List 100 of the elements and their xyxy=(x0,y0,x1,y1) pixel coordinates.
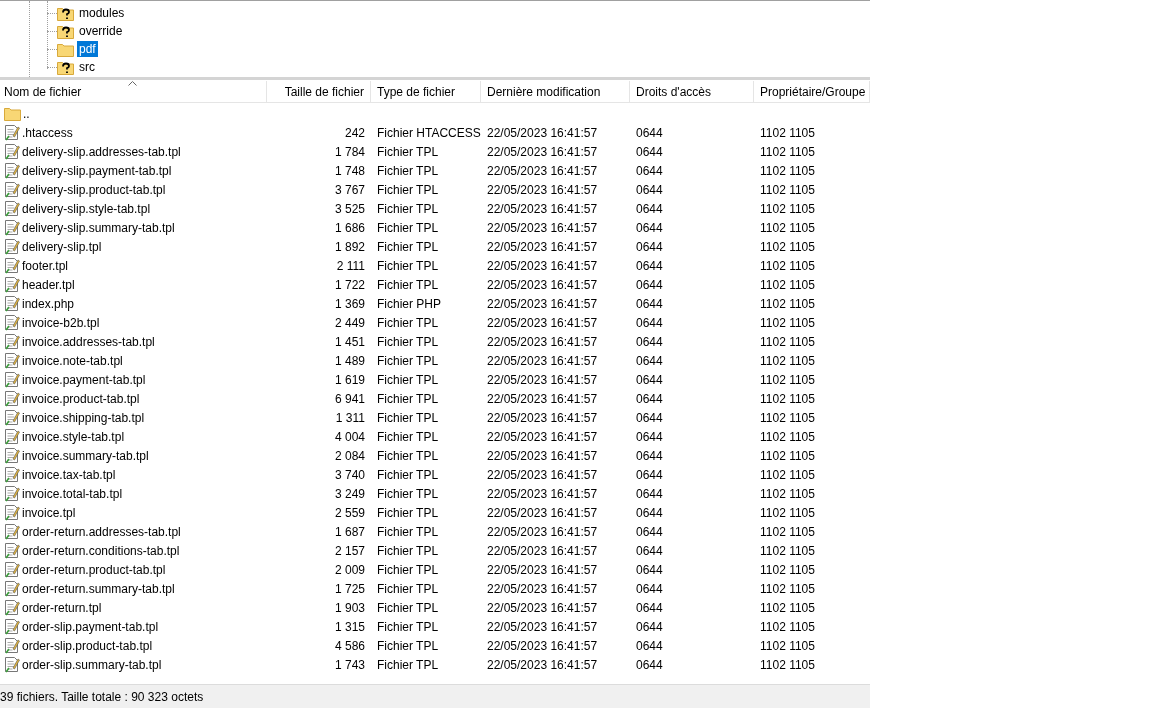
file-name[interactable]: invoice.tax-tab.tpl xyxy=(22,465,116,484)
file-size: 1 743 xyxy=(334,656,365,674)
file-size: 1 748 xyxy=(334,162,365,180)
file-name[interactable]: order-return.summary-tab.tpl xyxy=(22,579,175,598)
file-type: Fichier TPL xyxy=(377,562,439,577)
owner-group: 1102 1105 xyxy=(760,410,815,425)
file-size: 2 449 xyxy=(334,314,365,332)
document-icon xyxy=(4,333,20,350)
file-name[interactable]: order-return.conditions-tab.tpl xyxy=(22,541,180,560)
document-icon xyxy=(4,618,20,635)
permissions: 0644 xyxy=(636,163,663,178)
modified-date: 22/05/2023 16:41:57 xyxy=(487,562,598,577)
file-name[interactable]: invoice.product-tab.tpl xyxy=(22,389,140,408)
modified-date: 22/05/2023 16:41:57 xyxy=(487,448,598,463)
file-size: 3 525 xyxy=(334,200,365,218)
owner-group: 1102 1105 xyxy=(760,220,815,235)
file-name[interactable]: .. xyxy=(23,104,30,123)
permissions: 0644 xyxy=(636,543,663,558)
document-icon xyxy=(4,352,20,369)
permissions: 0644 xyxy=(636,201,663,216)
file-name[interactable]: invoice.tpl xyxy=(22,503,76,522)
file-name[interactable]: order-return.product-tab.tpl xyxy=(22,560,166,579)
folder-icon xyxy=(57,41,74,57)
file-name[interactable]: delivery-slip.summary-tab.tpl xyxy=(22,218,175,237)
file-type: Fichier TPL xyxy=(377,315,439,330)
tree-item[interactable]: override xyxy=(77,23,125,39)
document-icon xyxy=(4,561,20,578)
file-name[interactable]: delivery-slip.payment-tab.tpl xyxy=(22,161,172,180)
file-name[interactable]: .htaccess xyxy=(22,123,73,142)
column-header[interactable]: Propriétaire/Groupe xyxy=(754,81,870,102)
file-name[interactable]: invoice.payment-tab.tpl xyxy=(22,370,146,389)
tree-item[interactable]: src xyxy=(77,59,97,75)
sort-ascending-icon xyxy=(128,81,137,86)
file-type: Fichier TPL xyxy=(377,258,439,273)
column-header[interactable]: Nom de fichier xyxy=(0,81,267,102)
modified-date: 22/05/2023 16:41:57 xyxy=(487,657,598,672)
file-type: Fichier TPL xyxy=(377,239,439,254)
file-name[interactable]: delivery-slip.product-tab.tpl xyxy=(22,180,166,199)
permissions: 0644 xyxy=(636,505,663,520)
file-name[interactable]: delivery-slip.addresses-tab.tpl xyxy=(22,142,181,161)
document-icon xyxy=(4,656,20,673)
permissions: 0644 xyxy=(636,562,663,577)
document-icon xyxy=(4,637,20,654)
document-icon xyxy=(4,409,20,426)
file-size: 2 009 xyxy=(334,561,365,579)
file-name[interactable]: invoice.shipping-tab.tpl xyxy=(22,408,145,427)
owner-group: 1102 1105 xyxy=(760,562,815,577)
owner-group: 1102 1105 xyxy=(760,334,815,349)
owner-group: 1102 1105 xyxy=(760,258,815,273)
file-type: Fichier TPL xyxy=(377,657,439,672)
file-name[interactable]: order-slip.product-tab.tpl xyxy=(22,636,153,655)
file-size: 1 451 xyxy=(334,333,365,351)
owner-group: 1102 1105 xyxy=(760,524,815,539)
file-name[interactable]: order-slip.payment-tab.tpl xyxy=(22,617,159,636)
permissions: 0644 xyxy=(636,524,663,539)
document-icon xyxy=(4,466,20,483)
column-header[interactable]: Droits d'accès xyxy=(630,81,754,102)
owner-group: 1102 1105 xyxy=(760,581,815,596)
permissions: 0644 xyxy=(636,638,663,653)
owner-group: 1102 1105 xyxy=(760,315,815,330)
modified-date: 22/05/2023 16:41:57 xyxy=(487,258,598,273)
document-icon xyxy=(4,295,20,312)
folder-question-icon xyxy=(57,59,74,75)
file-type: Fichier TPL xyxy=(377,353,439,368)
file-name[interactable]: invoice.note-tab.tpl xyxy=(22,351,123,370)
file-type: Fichier TPL xyxy=(377,543,439,558)
column-header[interactable]: Dernière modification xyxy=(481,81,630,102)
file-name[interactable]: invoice.summary-tab.tpl xyxy=(22,446,149,465)
document-icon xyxy=(4,238,20,255)
file-name[interactable]: invoice.style-tab.tpl xyxy=(22,427,125,446)
file-size: 3 740 xyxy=(334,466,365,484)
column-header[interactable]: Taille de fichier xyxy=(267,81,371,102)
owner-group: 1102 1105 xyxy=(760,125,815,140)
file-name[interactable]: footer.tpl xyxy=(22,256,69,275)
modified-date: 22/05/2023 16:41:57 xyxy=(487,220,598,235)
file-name[interactable]: delivery-slip.style-tab.tpl xyxy=(22,199,151,218)
tree-item[interactable]: pdf xyxy=(77,41,98,57)
file-name[interactable]: index.php xyxy=(22,294,75,313)
document-icon xyxy=(4,124,20,141)
file-name[interactable]: order-slip.summary-tab.tpl xyxy=(22,655,162,674)
tree-item[interactable]: modules xyxy=(77,5,127,21)
modified-date: 22/05/2023 16:41:57 xyxy=(487,505,598,520)
modified-date: 22/05/2023 16:41:57 xyxy=(487,125,598,140)
file-type: Fichier TPL xyxy=(377,619,439,634)
permissions: 0644 xyxy=(636,353,663,368)
file-type: Fichier TPL xyxy=(377,391,439,406)
file-size: 4 004 xyxy=(334,428,365,446)
file-name[interactable]: delivery-slip.tpl xyxy=(22,237,102,256)
file-size: 1 311 xyxy=(335,409,365,427)
file-name[interactable]: header.tpl xyxy=(22,275,75,294)
file-name[interactable]: invoice.addresses-tab.tpl xyxy=(22,332,155,351)
column-header[interactable]: Type de fichier xyxy=(371,81,481,102)
file-name[interactable]: order-return.tpl xyxy=(22,598,102,617)
file-size: 3 249 xyxy=(334,485,365,503)
file-name[interactable]: invoice.total-tab.tpl xyxy=(22,484,123,503)
file-type: Fichier TPL xyxy=(377,448,439,463)
modified-date: 22/05/2023 16:41:57 xyxy=(487,581,598,596)
file-name[interactable]: order-return.addresses-tab.tpl xyxy=(22,522,181,541)
file-name[interactable]: invoice-b2b.tpl xyxy=(22,313,100,332)
file-type: Fichier PHP xyxy=(377,296,441,311)
